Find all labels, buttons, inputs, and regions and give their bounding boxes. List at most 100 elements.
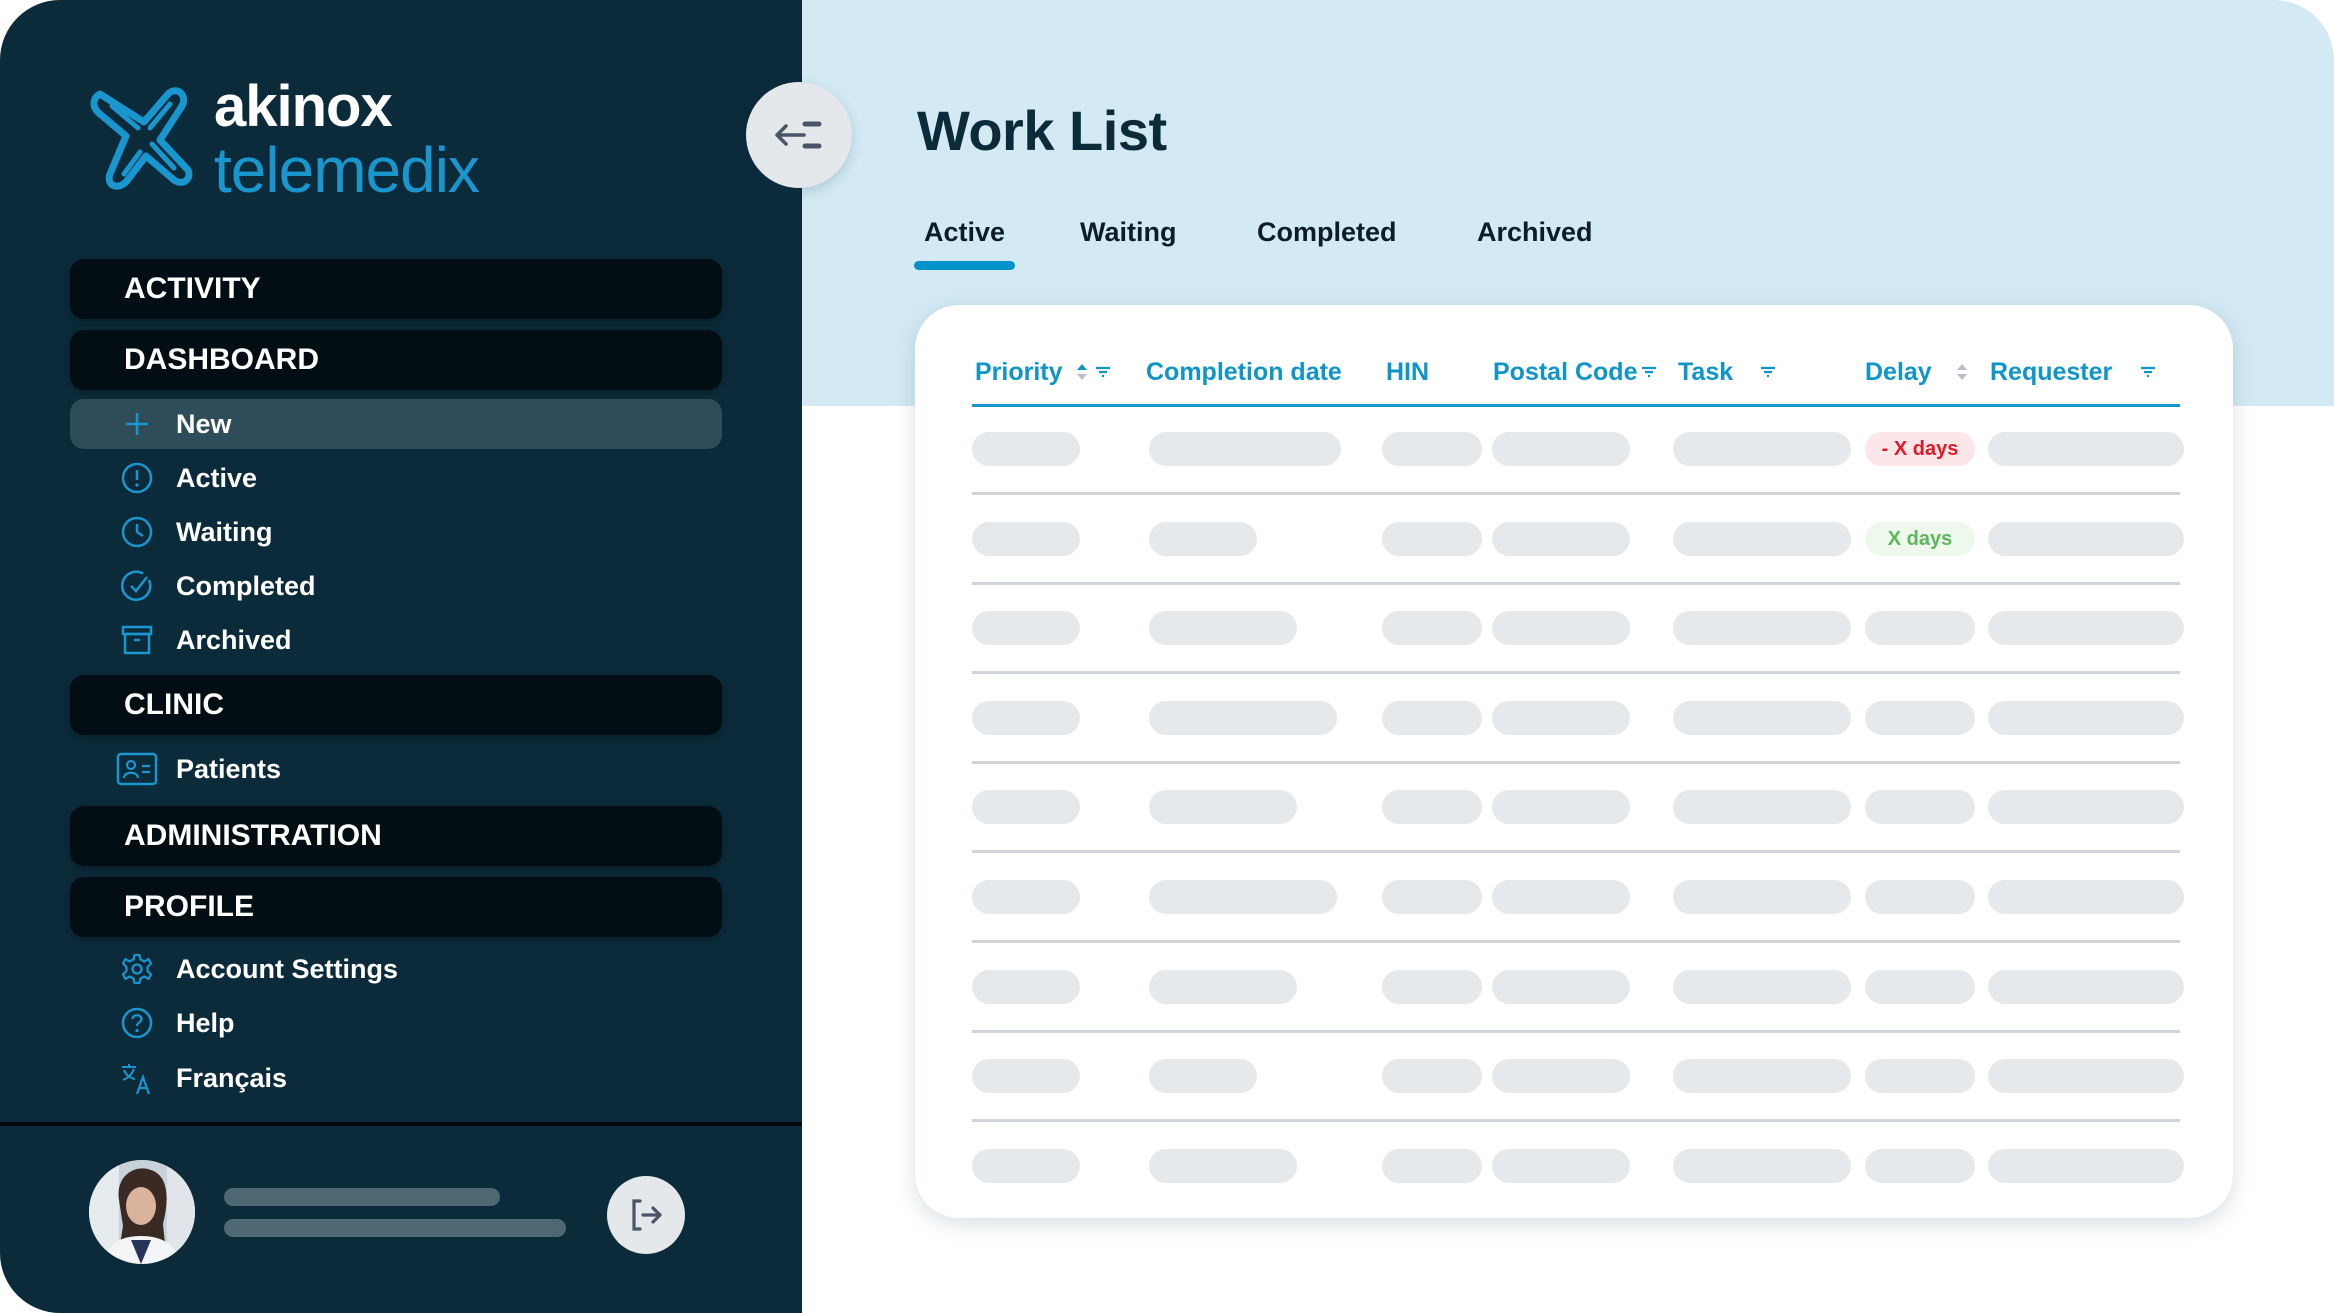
cell-loading-placeholder [1382,880,1482,914]
sidebar-item-label: New [176,409,232,439]
section-label: PROFILE [124,890,255,923]
page-title: Work List [917,99,1167,162]
row-divider [972,671,2180,675]
section-label: DASHBOARD [124,343,319,376]
filter-icon[interactable] [1640,361,1658,383]
column-header-hin[interactable]: HIN [1386,354,1429,390]
cell-loading-placeholder [1865,611,1975,646]
sidebar-item-active[interactable]: Active [70,453,722,503]
logout-button[interactable] [607,1176,685,1254]
cell-loading-placeholder [1382,1059,1482,1094]
tab-completed[interactable]: Completed [1257,214,1397,250]
cell-loading-placeholder [1673,1148,1851,1183]
cell-loading-placeholder [1492,1059,1630,1094]
cell-loading-placeholder [1149,700,1337,735]
cell-loading-placeholder [1382,1148,1482,1183]
filter-icon[interactable] [1094,361,1112,383]
cell-loading-placeholder [1492,880,1630,914]
row-divider [972,850,2180,854]
sidebar-divider [0,1122,802,1126]
active-tab-indicator [914,261,1015,270]
cell-loading-placeholder [1988,611,2184,646]
cell-loading-placeholder [1673,880,1851,914]
cell-loading-placeholder [1865,790,1975,825]
table-header-divider [972,404,2180,407]
user-email-placeholder [224,1219,566,1237]
check-circle-icon [121,570,152,601]
row-divider [972,760,2180,764]
sidebar-item-waiting[interactable]: Waiting [70,507,722,557]
logout-icon [632,1199,662,1231]
cell-loading-placeholder [1382,700,1482,735]
cell-loading-placeholder [1988,700,2184,735]
alert-circle-icon [121,462,153,494]
column-header-completion-date[interactable]: Completion date [1146,354,1342,390]
tab-archived[interactable]: Archived [1477,214,1593,250]
cell-loading-placeholder [1382,969,1482,1004]
sidebar-item-label: Help [176,1008,235,1038]
sort-icon[interactable] [1953,361,1971,383]
cell-loading-placeholder [972,880,1080,914]
sidebar: akinox telemedix ACTIVITY DASHBOARD New … [0,0,802,1313]
cell-loading-placeholder [1492,1148,1630,1183]
column-header-delay[interactable]: Delay [1865,354,1932,390]
cell-loading-placeholder [1149,1148,1297,1183]
user-avatar[interactable] [89,1160,195,1264]
sidebar-item-label: Français [176,1063,288,1093]
cell-loading-placeholder [972,611,1080,646]
brand-logo[interactable]: akinox telemedix [86,78,480,202]
section-label: CLINIC [124,688,224,721]
section-profile[interactable]: PROFILE [70,877,722,937]
column-header-postal-code[interactable]: Postal Code [1493,354,1637,390]
cell-loading-placeholder [1149,790,1297,825]
cell-loading-placeholder [1988,790,2184,825]
sidebar-item-language[interactable]: Français [70,1053,722,1103]
cell-loading-placeholder [1865,1148,1975,1183]
column-header-requester[interactable]: Requester [1990,354,2112,390]
cell-loading-placeholder [1988,521,2184,556]
section-dashboard[interactable]: DASHBOARD [70,330,722,390]
cell-loading-placeholder [1988,969,2184,1004]
cell-loading-placeholder [1988,432,2184,466]
column-header-priority[interactable]: Priority [975,354,1063,390]
filter-icon[interactable] [1759,361,1777,383]
row-divider [972,1119,2180,1123]
collapse-sidebar-button[interactable] [746,82,852,188]
row-divider [972,1029,2180,1033]
column-header-task[interactable]: Task [1678,354,1733,390]
cell-loading-placeholder [1492,432,1630,466]
section-label: ADMINISTRATION [124,819,382,852]
cell-loading-placeholder [1988,1148,2184,1183]
sort-icon[interactable] [1073,361,1091,383]
sidebar-item-archived[interactable]: Archived [70,615,722,665]
cell-loading-placeholder [1673,700,1851,735]
cell-loading-placeholder [1149,880,1337,914]
sidebar-item-help[interactable]: Help [70,998,722,1048]
sidebar-item-patients[interactable]: Patients [70,744,722,794]
cell-loading-placeholder [1673,969,1851,1004]
tab-waiting[interactable]: Waiting [1080,214,1176,250]
user-name-placeholder [224,1188,500,1206]
sidebar-item-new[interactable]: New [70,399,722,449]
tab-active[interactable]: Active [924,214,1005,250]
gear-icon [121,953,153,985]
sidebar-item-completed[interactable]: Completed [70,561,722,611]
sidebar-item-account-settings[interactable]: Account Settings [70,944,722,994]
section-administration[interactable]: ADMINISTRATION [70,806,722,866]
cell-loading-placeholder [1149,1059,1257,1094]
filter-icon[interactable] [2139,361,2157,383]
plus-icon [126,413,148,435]
cell-loading-placeholder [972,969,1080,1004]
delay-badge-overdue: - X days [1865,432,1975,466]
sidebar-item-label: Patients [176,754,282,784]
cell-loading-placeholder [1865,969,1975,1004]
brand-name-akinox: akinox [214,74,393,139]
cell-loading-placeholder [1382,432,1482,466]
cell-loading-placeholder [1382,790,1482,825]
collapse-menu-icon [775,121,822,149]
delay-badge-on-time: X days [1865,521,1975,556]
help-circle-icon [121,1007,153,1039]
section-activity[interactable]: ACTIVITY [70,259,722,319]
section-clinic[interactable]: CLINIC [70,675,722,735]
cell-loading-placeholder [972,1059,1080,1094]
